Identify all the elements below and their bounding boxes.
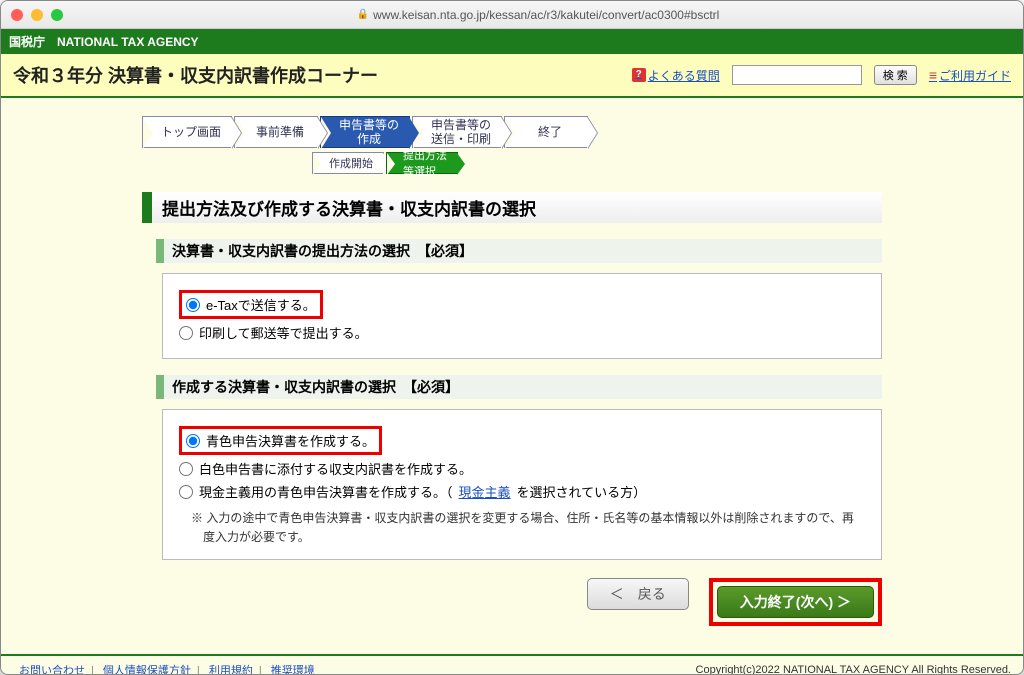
highlight-blue: 青色申告決算書を作成する。 [179, 426, 382, 455]
search-button[interactable]: 検 索 [874, 65, 917, 85]
window-close-icon[interactable] [11, 9, 23, 21]
substep-start: 作成開始 [312, 152, 384, 174]
header-row: 令和３年分 決算書・収支内訳書作成コーナー ?よくある質問 検 索 ≡ご利用ガイ… [1, 54, 1023, 98]
browser-url: 🔒 www.keisan.nta.go.jp/kessan/ac/r3/kaku… [63, 8, 1013, 22]
label-cash-b: を選択されている方） [517, 482, 647, 501]
section1-box: e-Taxで送信する。 印刷して郵送等で提出する。 [162, 273, 882, 359]
section2-note: ※ 入力の途中で青色申告決算書・収支内訳書の選択を変更する場合、住所・氏名等の基… [191, 509, 861, 547]
radio-etax[interactable] [186, 298, 200, 312]
copyright: Copyright(c)2022 NATIONAL TAX AGENCY All… [696, 664, 1011, 675]
back-button[interactable]: ＜ 戻る [587, 578, 689, 610]
footer-env[interactable]: 推奨環境 [271, 665, 315, 675]
label-blue: 青色申告決算書を作成する。 [206, 431, 375, 450]
step-create: 申告書等の 作成 [320, 116, 410, 148]
footer-terms[interactable]: 利用規約 [209, 665, 253, 675]
window-minimize-icon[interactable] [31, 9, 43, 21]
step-top: トップ画面 [142, 116, 232, 148]
footer-contact[interactable]: お問い合わせ [19, 665, 85, 675]
step-prep: 事前準備 [234, 116, 318, 148]
browser-titlebar: 🔒 www.keisan.nta.go.jp/kessan/ac/r3/kaku… [1, 1, 1023, 29]
sub-steps: 作成開始 提出方法 等選択 [312, 152, 882, 174]
question-icon: ? [632, 68, 646, 82]
radio-white[interactable] [179, 462, 193, 476]
book-icon: ≡ [929, 67, 937, 83]
button-row: ＜ 戻る 入力終了(次へ) ＞ [142, 578, 882, 626]
label-print: 印刷して郵送等で提出する。 [199, 323, 368, 342]
footer: お問い合わせ| 個人情報保護方針| 利用規約| 推奨環境 Copyright(c… [1, 654, 1023, 675]
radio-blue[interactable] [186, 434, 200, 448]
step-end: 終了 [504, 116, 588, 148]
radio-cash[interactable] [179, 485, 193, 499]
label-cash-a: 現金主義用の青色申告決算書を作成する。（ [199, 482, 453, 501]
main-heading: 提出方法及び作成する決算書・収支内訳書の選択 [142, 192, 882, 223]
page-title: 令和３年分 決算書・収支内訳書作成コーナー [13, 62, 620, 88]
footer-privacy[interactable]: 個人情報保護方針 [103, 665, 191, 675]
radio-print[interactable] [179, 326, 193, 340]
progress-steps: トップ画面 事前準備 申告書等の 作成 申告書等の 送信・印刷 終了 [142, 116, 882, 148]
label-white: 白色申告書に添付する収支内訳書を作成する。 [199, 459, 472, 478]
next-button[interactable]: 入力終了(次へ) ＞ [717, 586, 874, 618]
lock-icon: 🔒 [357, 9, 369, 20]
agency-bar: 国税庁 NATIONAL TAX AGENCY [1, 29, 1023, 54]
section2-box: 青色申告決算書を作成する。 白色申告書に添付する収支内訳書を作成する。 現金主義… [162, 409, 882, 560]
substep-method: 提出方法 等選択 [386, 152, 458, 174]
link-cash-basis[interactable]: 現金主義 [459, 482, 511, 501]
section2-heading: 作成する決算書・収支内訳書の選択 【必須】 [156, 375, 882, 399]
window-zoom-icon[interactable] [51, 9, 63, 21]
highlight-etax: e-Taxで送信する。 [179, 290, 323, 319]
guide-link[interactable]: ≡ご利用ガイド [929, 67, 1011, 84]
label-etax: e-Taxで送信する。 [206, 295, 316, 314]
faq-link[interactable]: ?よくある質問 [632, 67, 720, 84]
step-send: 申告書等の 送信・印刷 [412, 116, 502, 148]
search-input[interactable] [732, 65, 862, 85]
section1-heading: 決算書・収支内訳書の提出方法の選択 【必須】 [156, 239, 882, 263]
highlight-next: 入力終了(次へ) ＞ [709, 578, 882, 626]
